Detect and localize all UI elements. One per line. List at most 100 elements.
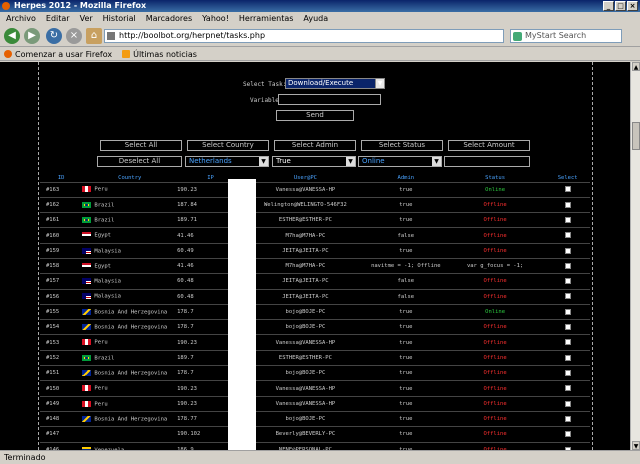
stop-icon[interactable]: ×: [66, 28, 82, 44]
row-checkbox[interactable]: [564, 201, 571, 208]
row-status: Offline: [444, 273, 546, 290]
row-checkbox[interactable]: [564, 278, 571, 285]
row-id: #163: [40, 181, 83, 198]
row-user-pc: bojo@BOJE-PC: [244, 365, 367, 381]
select-amount-button[interactable]: Select Amount: [448, 140, 530, 151]
row-checkbox[interactable]: [564, 339, 571, 346]
row-select: [545, 319, 590, 335]
row-checkbox[interactable]: [564, 293, 571, 300]
bookmark-getting-started[interactable]: Comenzar a usar Firefox: [4, 48, 112, 60]
back-icon[interactable]: ◀: [4, 28, 20, 44]
send-button[interactable]: Send: [276, 110, 354, 121]
flag-icon: [82, 216, 92, 223]
row-country: Malaysia: [82, 242, 178, 259]
row-country-name: Bosnia And Herzegovina: [94, 416, 168, 423]
menu-marcadores[interactable]: Marcadores: [146, 12, 192, 25]
row-country: Peru: [82, 334, 178, 351]
row-user-pc: Vanessa@VANESSA-HP: [244, 380, 367, 397]
row-country: Egypt: [82, 227, 178, 244]
row-admin: navitme = -1; Offline: [366, 257, 445, 274]
scroll-down-icon[interactable]: ▼: [632, 441, 640, 450]
menu-yahoo[interactable]: Yahoo!: [202, 12, 229, 25]
maximize-button[interactable]: □: [615, 1, 626, 11]
country-filter-select[interactable]: Netherlands ▼: [185, 156, 269, 167]
row-checkbox[interactable]: [564, 186, 571, 193]
menu-archivo[interactable]: Archivo: [6, 12, 36, 25]
row-status: Offline: [444, 395, 546, 412]
chevron-down-icon: ▼: [375, 79, 384, 88]
variables-input[interactable]: [278, 94, 381, 105]
deselect-all-button[interactable]: Deselect All: [97, 156, 182, 167]
row-country: Malaysia: [82, 273, 178, 290]
header-id: ID: [57, 174, 65, 181]
admin-filter-select[interactable]: True ▼: [272, 156, 356, 167]
menu-historial[interactable]: Historial: [103, 12, 136, 25]
row-admin: true: [366, 303, 445, 320]
table-header-row: ID Country IP User@PC Admin Status Selec…: [40, 174, 590, 182]
row-select: [545, 273, 590, 290]
forward-icon[interactable]: ▶: [24, 28, 40, 44]
row-user-pc: Vanessa@VANESSA-HP: [244, 334, 367, 351]
search-engine-icon[interactable]: [513, 32, 522, 41]
menu-ayuda[interactable]: Ayuda: [303, 12, 328, 25]
row-country: Peru: [82, 395, 178, 412]
table-row: #163 Peru 190.23 Vanessa@VANESSA-HP true Onli…: [40, 181, 590, 198]
row-checkbox[interactable]: [564, 216, 571, 223]
row-checkbox[interactable]: [564, 385, 571, 392]
row-country-name: Bosnia And Herzegovina: [94, 309, 168, 316]
search-input[interactable]: MyStart Search: [510, 29, 622, 43]
row-checkbox[interactable]: [564, 431, 571, 438]
row-checkbox[interactable]: [564, 324, 571, 331]
scroll-up-icon[interactable]: ▲: [632, 62, 640, 71]
select-all-button[interactable]: Select All: [100, 140, 182, 151]
select-status-button[interactable]: Select Status: [361, 140, 443, 151]
flag-icon: [82, 293, 92, 300]
row-admin: true: [366, 242, 445, 259]
firefox-icon: [2, 2, 10, 10]
reload-icon[interactable]: ↻: [46, 28, 62, 44]
row-id: #161: [40, 212, 83, 228]
scrollbar-thumb[interactable]: [632, 122, 640, 150]
minimize-button[interactable]: _: [603, 1, 614, 11]
row-checkbox[interactable]: [564, 369, 571, 376]
bookmark-latest-news[interactable]: Últimas noticias: [122, 48, 197, 60]
status-text: Terminado: [4, 453, 46, 462]
menu-editar[interactable]: Editar: [46, 12, 70, 25]
vertical-scrollbar[interactable]: ▲ ▼: [630, 62, 640, 450]
row-country: Brazil: [82, 196, 178, 213]
status-filter-select[interactable]: Online ▼: [358, 156, 442, 167]
row-country-name: Peru: [94, 339, 108, 346]
url-text: http://boolbot.org/herpnet/tasks.php: [119, 31, 266, 40]
row-admin: true: [366, 319, 445, 335]
home-icon[interactable]: ⌂: [86, 28, 102, 44]
row-user-pc: ESTHER@ESTHER-PC: [244, 212, 367, 228]
amount-input[interactable]: [444, 156, 530, 167]
row-country-name: Peru: [94, 401, 108, 408]
row-user-pc: JEITA@JEITA-PC: [244, 242, 367, 259]
row-checkbox[interactable]: [564, 354, 571, 361]
menu-herramientas[interactable]: Herramientas: [239, 12, 294, 25]
menu-ver[interactable]: Ver: [80, 12, 93, 25]
row-checkbox[interactable]: [564, 262, 571, 269]
table-row: #160 Egypt 41.46 M7ha@M7HA-PC false Offline: [40, 227, 590, 244]
bookmarks-bar: Comenzar a usar Firefox Últimas noticias: [0, 48, 640, 61]
close-button[interactable]: ×: [627, 1, 638, 11]
row-checkbox[interactable]: [564, 400, 571, 407]
row-id: #160: [40, 227, 83, 244]
row-checkbox[interactable]: [564, 308, 571, 315]
row-select: [545, 212, 590, 228]
row-checkbox[interactable]: [564, 232, 571, 239]
header-status: Status: [485, 174, 506, 181]
table-row: #155 Bosnia And Herzegovina 178.7 bojo@BOJE…: [40, 303, 590, 320]
flag-icon: [82, 278, 92, 285]
row-checkbox[interactable]: [564, 247, 571, 254]
select-country-button[interactable]: Select Country: [187, 140, 269, 151]
row-id: #150: [40, 380, 83, 397]
row-id: #154: [40, 319, 83, 335]
url-bar[interactable]: http://boolbot.org/herpnet/tasks.php: [104, 29, 504, 43]
row-checkbox[interactable]: [564, 415, 571, 422]
flag-icon: [82, 201, 92, 208]
task-select[interactable]: Download/Execute ▼: [285, 78, 385, 89]
select-admin-button[interactable]: Select Admin: [274, 140, 356, 151]
row-status: Offline: [444, 212, 546, 228]
